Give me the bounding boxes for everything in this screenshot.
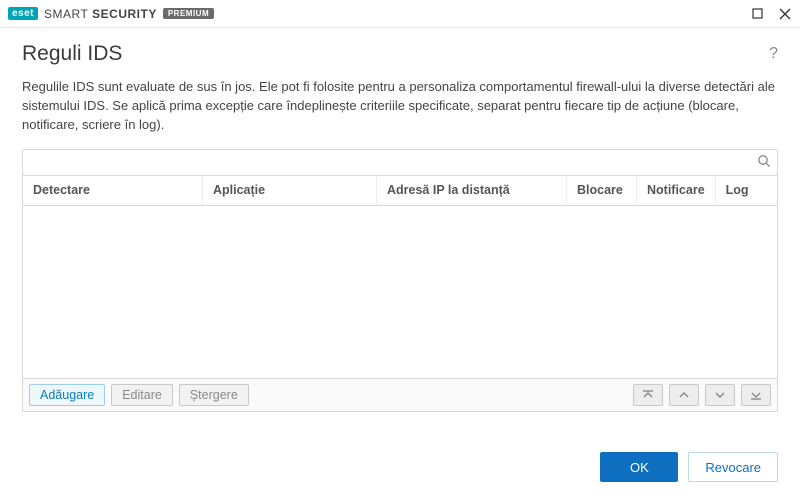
titlebar: eset SMART SECURITY PREMIUM [0, 0, 800, 28]
window-maximize-button[interactable] [750, 7, 764, 21]
product-name: SMART SECURITY [44, 7, 157, 21]
add-button[interactable]: Adăugare [29, 384, 105, 406]
window-close-button[interactable] [778, 7, 792, 21]
column-header-block[interactable]: Blocare [567, 176, 637, 205]
column-header-log[interactable]: Log [716, 176, 777, 205]
move-top-button[interactable] [633, 384, 663, 406]
column-header-ip[interactable]: Adresă IP la distanță [377, 176, 567, 205]
page-title: Reguli IDS [22, 42, 122, 66]
column-header-detect[interactable]: Detectare [23, 176, 203, 205]
table-search-input[interactable] [31, 155, 757, 170]
cancel-button[interactable]: Revocare [688, 452, 778, 482]
move-bottom-button[interactable] [741, 384, 771, 406]
column-header-app[interactable]: Aplicație [203, 176, 377, 205]
brand-logo: eset [8, 7, 38, 20]
edit-button[interactable]: Editare [111, 384, 173, 406]
table-search-row [23, 150, 777, 176]
dialog-footer: OK Revocare [600, 452, 778, 482]
table-actions: Adăugare Editare Ștergere [23, 378, 777, 411]
page-description: Regulile IDS sunt evaluate de sus în jos… [22, 78, 778, 135]
help-icon[interactable]: ? [769, 45, 778, 63]
move-up-button[interactable] [669, 384, 699, 406]
delete-button[interactable]: Ștergere [179, 384, 249, 406]
move-down-button[interactable] [705, 384, 735, 406]
rules-table: Detectare Aplicație Adresă IP la distanț… [22, 149, 778, 412]
table-header: Detectare Aplicație Adresă IP la distanț… [23, 176, 777, 206]
ok-button[interactable]: OK [600, 452, 678, 482]
premium-badge: PREMIUM [163, 8, 214, 19]
column-header-notif[interactable]: Notificare [637, 176, 716, 205]
table-body [23, 206, 777, 378]
page-title-row: Reguli IDS ? [22, 42, 778, 66]
search-icon[interactable] [757, 154, 771, 171]
